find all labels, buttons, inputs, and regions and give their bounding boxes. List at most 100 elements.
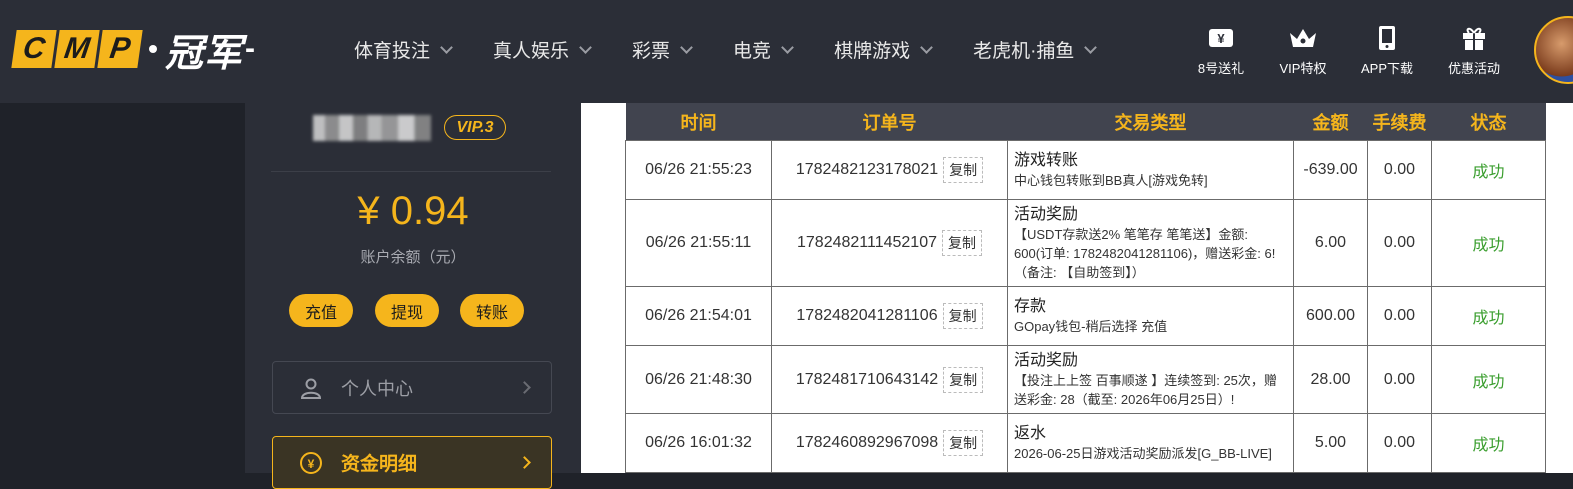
transfer-button[interactable]: 转账: [460, 294, 524, 327]
quick-link-vip[interactable]: VIP特权: [1263, 24, 1343, 77]
nav-label: 真人娱乐: [493, 41, 570, 62]
cell-fee: 0.00: [1367, 413, 1432, 473]
chevron-right-icon: [518, 456, 531, 469]
account-panel: VIP.3 ¥ 0.94 账户余额（元） 充值 提现 转账 个人中心 ¥ 资金明…: [245, 103, 581, 489]
quick-link-label: 优惠活动: [1447, 61, 1500, 76]
cell-amount: 600.00: [1293, 286, 1368, 346]
menu-personal-center[interactable]: 个人中心: [272, 361, 552, 414]
nav-esports[interactable]: 电竞: [733, 36, 794, 63]
column-header-time: 时间: [625, 103, 772, 141]
top-navigation-bar: C M P 冠军 - 体育投注 真人娱乐 彩票 电竞 棋牌游戏 老虎机·捕鱼 ¥…: [0, 0, 1573, 103]
order-number: 1782460892967098: [795, 434, 939, 451]
cell-status: 成功: [1431, 413, 1546, 473]
withdraw-button[interactable]: 提现: [375, 294, 439, 327]
copy-button[interactable]: 复制: [943, 366, 984, 393]
chevron-down-icon: [781, 40, 794, 54]
transaction-type: 返水: [1014, 425, 1047, 442]
cell-type: 游戏转账中心钱包转账到BB真人[游戏免转]: [1007, 140, 1294, 200]
avatar[interactable]: [1534, 16, 1573, 84]
quick-link-app[interactable]: APP下载: [1347, 24, 1427, 77]
deposit-button[interactable]: 充值: [289, 294, 353, 327]
transaction-type: 存款: [1014, 298, 1047, 315]
nav-label: 彩票: [632, 41, 671, 62]
cell-amount: 5.00: [1293, 413, 1368, 473]
cell-order: 1782482041281106 复制: [771, 286, 1008, 346]
balance-label: 账户余额（元）: [360, 249, 466, 266]
nav-card-games[interactable]: 棋牌游戏: [834, 36, 933, 63]
cell-time: 06/26 21:48:30: [625, 345, 772, 414]
brand-logo[interactable]: C M P 冠军 -: [11, 28, 256, 75]
copy-button[interactable]: 复制: [942, 303, 983, 329]
copy-button[interactable]: 复制: [943, 430, 984, 456]
user-icon: [299, 376, 323, 400]
menu-label: 个人中心: [341, 378, 413, 399]
nav-lottery[interactable]: 彩票: [632, 36, 693, 63]
table-row: 06/26 21:55:11 1782482111452107 复制 活动奖励 【U…: [625, 199, 1546, 287]
cell-type: 存款 GOpay钱包-稍后选择 充值: [1007, 286, 1294, 346]
nav-live-casino[interactable]: 真人娱乐: [493, 36, 592, 63]
chevron-down-icon: [680, 40, 693, 54]
logo-letter: P: [97, 30, 143, 68]
transaction-detail: 中心钱包转账到BB真人[游戏免转]: [1014, 173, 1208, 188]
chevron-down-icon: [920, 40, 933, 54]
column-header-fee: 手续费: [1367, 103, 1432, 141]
username-masked: [313, 115, 431, 141]
cell-fee: 0.00: [1367, 286, 1432, 346]
menu-fund-details[interactable]: ¥ 资金明细: [272, 436, 552, 489]
cell-fee: 0.00: [1367, 345, 1432, 414]
transaction-type: 游戏转账: [1014, 152, 1079, 169]
table-header-row: 时间 订单号 交易类型 金额 手续费 状态: [625, 103, 1546, 141]
cell-amount: 6.00: [1293, 199, 1368, 287]
nav-label: 体育投注: [354, 41, 431, 62]
transaction-type: 活动奖励: [1014, 352, 1079, 369]
crown-icon: [1288, 24, 1318, 52]
logo-letter: M: [54, 30, 100, 68]
cell-order: 1782460892967098 复制: [771, 413, 1008, 473]
column-header-order: 订单号: [771, 103, 1008, 141]
cell-status: 成功: [1431, 199, 1546, 287]
logo-text: 冠军: [165, 32, 244, 75]
logo-letter: C: [11, 30, 57, 68]
order-number: 1782481710643142: [795, 370, 939, 388]
cell-order: 1782482123178021 复制: [771, 140, 1008, 200]
cell-amount: -639.00: [1293, 140, 1368, 200]
main-nav: 体育投注 真人娱乐 彩票 电竞 棋牌游戏 老虎机·捕鱼: [354, 36, 1098, 63]
transaction-detail: 2026-06-25日游戏活动奖励派发[G_BB-LIVE]: [1014, 446, 1272, 461]
chevron-down-icon: [579, 40, 592, 54]
cell-order: 1782482111452107 复制: [771, 199, 1008, 287]
transaction-type: 活动奖励: [1014, 206, 1079, 223]
nav-label: 棋牌游戏: [834, 41, 911, 62]
logo-dot: [149, 45, 157, 53]
copy-button[interactable]: 复制: [942, 230, 982, 256]
divider: [271, 171, 551, 172]
cell-order: 1782481710643142 复制: [771, 345, 1008, 414]
cell-fee: 0.00: [1367, 199, 1432, 287]
column-header-amount: 金额: [1293, 103, 1368, 141]
cell-time: 06/26 16:01:32: [625, 413, 772, 473]
cell-status: 成功: [1431, 140, 1546, 200]
logo-dash: -: [245, 32, 256, 65]
gift-ticket-icon: ¥: [1208, 24, 1234, 52]
quick-link-8-gift[interactable]: ¥ 8号送礼: [1181, 24, 1261, 77]
chevron-right-icon: [518, 381, 531, 394]
nav-sports[interactable]: 体育投注: [354, 36, 453, 63]
transactions-table: 时间 订单号 交易类型 金额 手续费 状态 06/26 21:55:23 178…: [625, 103, 1546, 473]
coin-icon: ¥: [299, 451, 323, 475]
cell-time: 06/26 21:54:01: [625, 286, 772, 346]
copy-button[interactable]: 复制: [943, 157, 984, 183]
cell-type: 活动奖励【USDT存款送2% 笔笔存 笔笔送】金额: 600(订单: 17824…: [1007, 199, 1294, 287]
transaction-detail: 【USDT存款送2% 笔笔存 笔笔送】金额: 600(订单: 178248204…: [1014, 227, 1276, 280]
gift-box-icon: [1461, 24, 1487, 52]
nav-slots-fishing[interactable]: 老虎机·捕鱼: [973, 36, 1098, 63]
quick-link-label: APP下载: [1360, 61, 1413, 76]
table-row: 06/26 21:54:01 1782482041281106 复制 存款 GOpa…: [625, 286, 1546, 346]
quick-link-promotions[interactable]: 优惠活动: [1434, 24, 1514, 77]
transactions-panel: 时间 订单号 交易类型 金额 手续费 状态 06/26 21:55:23 178…: [581, 103, 1573, 473]
chevron-down-icon: [1084, 40, 1098, 54]
order-number: 1782482111452107: [797, 234, 937, 251]
nav-label: 老虎机·捕鱼: [973, 41, 1075, 62]
cell-type: 返水 2026-06-25日游戏活动奖励派发[G_BB-LIVE]: [1007, 413, 1294, 473]
cell-status: 成功: [1431, 286, 1546, 346]
quick-link-label: 8号送礼: [1197, 61, 1245, 76]
cell-time: 06/26 21:55:23: [625, 140, 772, 200]
